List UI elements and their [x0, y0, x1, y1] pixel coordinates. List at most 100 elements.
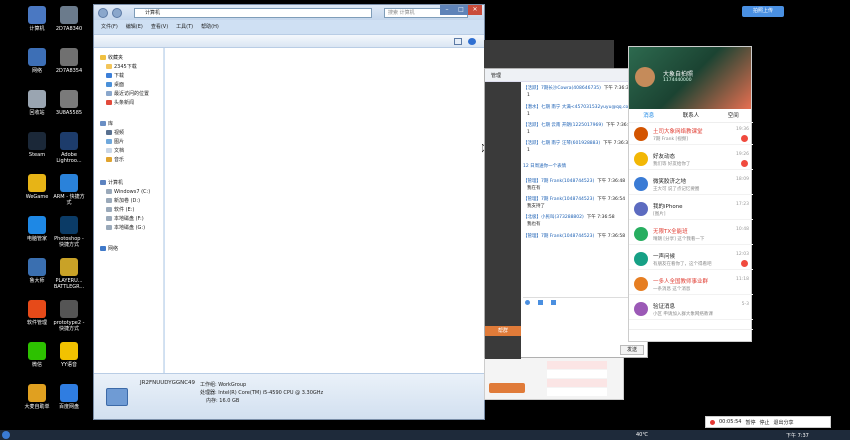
sender-name[interactable]: 【北极】小民叫: [523, 215, 555, 220]
nav-drive[interactable]: 本地磁盘 (F:): [106, 215, 144, 223]
conversation-row[interactable]: 验证消息 小区 申请加入群大象网络教课 5-3: [629, 299, 753, 320]
chat-left-panel: 帮群: [485, 82, 521, 359]
nav-lib-item[interactable]: 视频: [106, 129, 124, 137]
ok-button[interactable]: [489, 383, 525, 393]
conversation-row[interactable]: 一声问候 有朋友在看你了，这个得看吧 12:03: [629, 249, 753, 270]
desktop-shortcut[interactable]: 电脑管家: [20, 216, 54, 242]
tab-contacts[interactable]: 联系人: [683, 109, 700, 122]
member-row[interactable]: [547, 379, 607, 387]
profile-header: 大象自拍照 1174440000: [629, 47, 751, 109]
send-button[interactable]: 发送: [620, 345, 644, 355]
menu-file[interactable]: 文件(F): [101, 22, 118, 32]
menu-edit[interactable]: 编辑(E): [126, 22, 143, 32]
nav-computer[interactable]: 计算机: [100, 179, 123, 187]
desktop-shortcut[interactable]: 鲁大师: [20, 258, 54, 284]
nav-lib-item[interactable]: 图片: [106, 138, 124, 146]
desktop-shortcut[interactable]: 2D7A8340: [52, 6, 86, 32]
nav-lib-item[interactable]: 文档: [106, 147, 124, 155]
nav-fav-item[interactable]: 最近访问的位置: [106, 90, 149, 98]
nav-network[interactable]: 网络: [100, 245, 118, 253]
help-icon[interactable]: [468, 38, 476, 45]
conversation-row[interactable]: 好友动态 我们等 好友给你了 19:26: [629, 149, 753, 170]
back-button[interactable]: [98, 8, 108, 18]
desktop-shortcut[interactable]: ARM - 快捷方式: [52, 174, 86, 206]
help-group-button[interactable]: 帮群: [485, 326, 521, 336]
desktop-shortcut[interactable]: 百度网盘: [52, 384, 86, 410]
avatar: [634, 302, 648, 316]
minimize-icon[interactable]: –: [440, 5, 454, 15]
menu-tools[interactable]: 工具(T): [176, 22, 193, 32]
nav-fav-item[interactable]: 头条新闻: [106, 99, 134, 107]
nav-drive[interactable]: 本地磁盘 (G:): [106, 224, 145, 232]
sender-name[interactable]: 【活跃】七期 南宁 汪琴: [523, 141, 571, 146]
message-header: 【活跃】7期长沙Cowra(408646735) 下午 7:36:31: [523, 86, 632, 91]
message-time: 下午 7:36:48: [597, 179, 626, 184]
scissors-icon[interactable]: [538, 300, 543, 305]
nav-favorites[interactable]: 收藏夹: [100, 54, 123, 62]
desktop-shortcut[interactable]: 大麦自助单: [20, 384, 54, 410]
nav-fav-item[interactable]: 下载: [106, 72, 124, 80]
network-icon: [100, 246, 106, 251]
desktop-shortcut[interactable]: Steam: [20, 132, 54, 158]
exit-share-button[interactable]: 退出分享: [774, 419, 794, 426]
conversation-row[interactable]: 无限TX全能班 晴朗 [分享] 这个我看一下 10:48: [629, 224, 753, 245]
desktop-shortcut[interactable]: WeGame: [20, 174, 54, 200]
desktop-shortcut[interactable]: Photoshop - 快捷方式: [52, 216, 86, 248]
nav-libraries[interactable]: 库: [100, 120, 113, 128]
tab-space[interactable]: 空间: [728, 109, 739, 122]
conversation-row[interactable]: 我的iPhone [图片] 17:23: [629, 199, 753, 220]
sender-name[interactable]: 【活跃】7期长沙Cowra: [523, 86, 572, 91]
sender-name[interactable]: 【潜水】七期 南宁 大满: [523, 105, 571, 110]
stop-button[interactable]: 停止: [759, 419, 769, 426]
conversation-row[interactable]: 微笑胶济之地 王大可 说了点记忆要圈 18:09: [629, 174, 753, 195]
unread-badge: [741, 135, 748, 142]
maximize-icon[interactable]: □: [454, 5, 468, 15]
nav-drive[interactable]: 新加卷 (D:): [106, 197, 140, 205]
desktop-shortcut[interactable]: 计算机: [20, 6, 54, 32]
image-icon[interactable]: [551, 300, 556, 305]
nav-drive[interactable]: 软件 (E:): [106, 206, 134, 214]
menu-help[interactable]: 帮助(H): [201, 22, 219, 32]
emoji-icon[interactable]: [525, 300, 530, 305]
close-icon[interactable]: ✕: [468, 5, 482, 15]
conversation-row[interactable]: 一多人全国教师事业群 一条消息 这个消息 11:18: [629, 274, 753, 295]
sender-name[interactable]: 12 日周: [523, 164, 539, 169]
forward-button[interactable]: [112, 8, 122, 18]
desktop-shortcut[interactable]: 3U8A5585: [52, 90, 86, 116]
address-bar[interactable]: 计算机: [134, 8, 372, 18]
manage-label[interactable]: 管理: [491, 72, 501, 79]
tab-messages[interactable]: 消息: [643, 109, 654, 122]
shortcut-icon: [28, 174, 46, 192]
desktop-shortcut[interactable]: 软件管理: [20, 300, 54, 326]
sender-name[interactable]: 【管理】7期 Frank: [523, 179, 562, 184]
desktop-shortcut[interactable]: 网络: [20, 48, 54, 74]
pause-button[interactable]: 暂停: [745, 419, 755, 426]
member-row[interactable]: [547, 370, 607, 378]
desktop-shortcut[interactable]: PLAYERU... BATTLEGR...: [52, 258, 86, 290]
conversation-row[interactable]: 土司大象网络教课堂 7期 Frank [视频] 19:36: [629, 124, 753, 145]
sender-id: (408646735): [571, 86, 601, 91]
nav-drive[interactable]: Windows7 (C:): [106, 188, 150, 196]
nav-lib-item[interactable]: 音乐: [106, 156, 124, 164]
avatar[interactable]: [635, 67, 655, 87]
member-row[interactable]: [547, 361, 607, 369]
desktop-shortcut[interactable]: Adobe Lightroo...: [52, 132, 86, 164]
desktop-shortcut[interactable]: 微信: [20, 342, 54, 368]
view-options-icon[interactable]: [454, 38, 462, 45]
sender-name[interactable]: 【管理】7期 Frank: [523, 197, 562, 202]
desktop-shortcut[interactable]: prototype2 - 快捷方式: [52, 300, 86, 332]
nav-fav-item[interactable]: 桌面: [106, 81, 124, 89]
desktop-shortcut[interactable]: 回收站: [20, 90, 54, 116]
file-list-area[interactable]: [165, 48, 489, 373]
message-body: 我也有: [527, 222, 541, 227]
upload-photo-button[interactable]: 拍照上传: [742, 6, 784, 17]
sender-name[interactable]: 【活跃】七期 云南 开朗: [523, 123, 571, 128]
nav-fav-item[interactable]: 2345下载: [106, 63, 137, 71]
member-row[interactable]: [547, 388, 607, 396]
menu-view[interactable]: 查看(V): [151, 22, 168, 32]
desktop-shortcut[interactable]: 2D7A8354: [52, 48, 86, 74]
sender-name[interactable]: 【管理】7期 Frank: [523, 234, 562, 239]
start-button-icon[interactable]: [2, 431, 10, 439]
desktop-shortcut[interactable]: YY语音: [52, 342, 86, 368]
unread-badge: [741, 260, 748, 267]
